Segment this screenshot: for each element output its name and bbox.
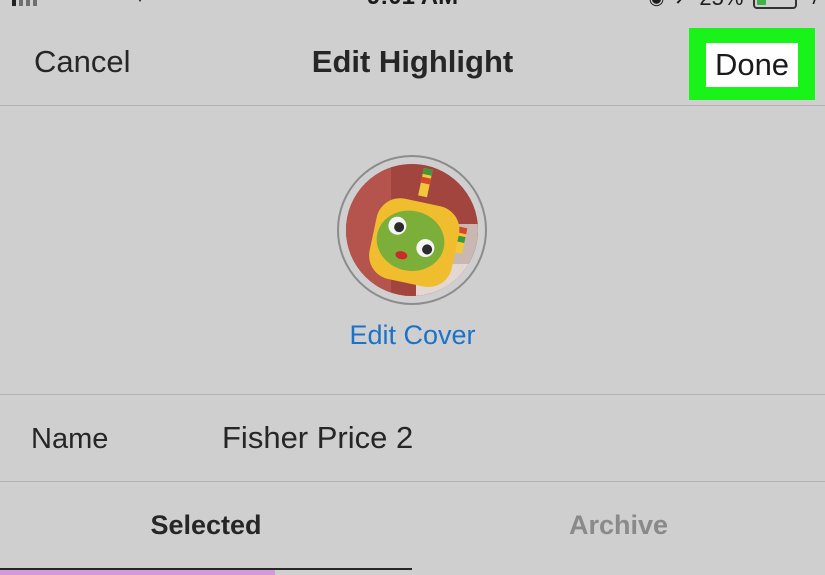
tab-bar: Selected Archive (0, 482, 825, 575)
cover-avatar[interactable] (337, 155, 487, 305)
name-label: Name (31, 423, 109, 455)
cancel-button[interactable]: Cancel (34, 44, 131, 80)
name-input[interactable] (222, 415, 782, 461)
status-bar: 9:01 AM ◉ ➚ 25% ϟ (0, 0, 825, 10)
tab-archive[interactable]: Archive (412, 510, 825, 541)
selected-thumbnail-strip (0, 570, 275, 575)
tab-selected[interactable]: Selected (0, 510, 412, 541)
edit-cover-link[interactable]: Edit Cover (0, 320, 825, 351)
name-row: Name (0, 395, 825, 482)
battery-icon (753, 0, 798, 9)
battery-percent: 25% (699, 0, 743, 10)
orientation-lock-icon: ◉ (649, 0, 665, 9)
toy-illustration (346, 164, 478, 296)
status-right-group: ◉ ➚ 25% ϟ (649, 0, 817, 10)
cover-image (346, 164, 478, 296)
cover-section: Edit Cover (0, 106, 825, 395)
nav-bar: Cancel Edit Highlight Done (0, 10, 825, 106)
charging-icon: ϟ (807, 0, 817, 9)
battery-level (757, 0, 767, 5)
location-icon: ➚ (674, 0, 689, 9)
done-button[interactable]: Done (706, 43, 798, 87)
